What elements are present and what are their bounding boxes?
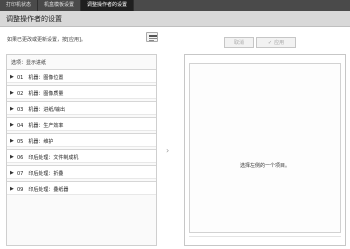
hint-text: 如果已更改或更新设置，按[应用]。 [7, 37, 86, 43]
cancel-button-label: 取消 [233, 40, 244, 46]
settings-item-label: 05 机器：维护 [17, 139, 54, 145]
refresh-icon [149, 35, 157, 41]
cancel-button[interactable]: 取消 [224, 37, 254, 48]
settings-item-label: 06 印后处理：文件制成机 [17, 155, 79, 161]
page-title: 调整操作者的设置 [6, 15, 62, 23]
expand-arrow-icon: ▶ [10, 74, 14, 80]
expand-arrow-icon: ▶ [10, 90, 14, 96]
check-icon: ✓ [267, 40, 273, 46]
settings-item-productivity[interactable]: ▶ 04 机器：生产效率 [7, 117, 156, 131]
expand-arrow-icon: ▶ [10, 106, 14, 112]
settings-item-feed-output[interactable]: ▶ 03 机器：进纸/输出 [7, 101, 156, 115]
settings-item-label: 04 机器：生产效率 [17, 123, 64, 129]
settings-list-panel: 选项：显示进纸 ▶ 01 机器：图像位置 ▶ 02 机器：图像质量 ▶ 03 机… [6, 54, 157, 246]
tab-printer-status[interactable]: 打印机状态 [0, 0, 39, 11]
tab-template-settings[interactable]: 机盒模板设置 [38, 0, 82, 11]
detail-message: 选择左侧的一个项目。 [239, 163, 290, 169]
expand-arrow-icon: ▶ [10, 170, 14, 176]
detail-content-area: 选择左侧的一个项目。 [189, 63, 341, 233]
tab-bar: 打印机状态 机盒模板设置 调整操作者的设置 [0, 0, 350, 11]
chevron-right-icon: › [166, 146, 170, 155]
tab-operator-settings[interactable]: 调整操作者的设置 [81, 0, 135, 11]
settings-item-label: 02 机器：图像质量 [17, 91, 64, 97]
apply-button[interactable]: ✓ 应用 [256, 37, 296, 48]
detail-panel: 选择左侧的一个项目。 [184, 54, 346, 246]
expand-arrow-icon: ▶ [10, 186, 14, 192]
apply-button-label: 应用 [274, 40, 285, 46]
expand-arrow-icon: ▶ [10, 138, 14, 144]
settings-item-label: 07 印后处理：折叠 [17, 171, 64, 177]
title-bar: 调整操作者的设置 [0, 11, 350, 27]
settings-item-label: 01 机器：图像位置 [17, 75, 64, 81]
refresh-button[interactable] [146, 32, 158, 42]
current-option-label: 选项：显示进纸 [11, 60, 47, 66]
settings-item-image-position[interactable]: ▶ 01 机器：图像位置 [7, 69, 156, 83]
expand-arrow-icon: ▶ [10, 154, 14, 160]
detail-footer [189, 236, 341, 242]
settings-item-image-quality[interactable]: ▶ 02 机器：图像质量 [7, 85, 156, 99]
settings-list: ▶ 01 机器：图像位置 ▶ 02 机器：图像质量 ▶ 03 机器：进纸/输出 … [7, 69, 156, 197]
settings-item-stacker[interactable]: ▶ 09 印后处理：叠纸器 [7, 181, 156, 195]
settings-item-label: 03 机器：进纸/输出 [17, 107, 66, 113]
expand-arrow-icon: ▶ [10, 122, 14, 128]
settings-item-folding[interactable]: ▶ 07 印后处理：折叠 [7, 165, 156, 179]
settings-item-label: 09 印后处理：叠纸器 [17, 187, 69, 193]
settings-item-booklet-maker[interactable]: ▶ 06 印后处理：文件制成机 [7, 149, 156, 163]
settings-item-maintenance[interactable]: ▶ 05 机器：维护 [7, 133, 156, 147]
